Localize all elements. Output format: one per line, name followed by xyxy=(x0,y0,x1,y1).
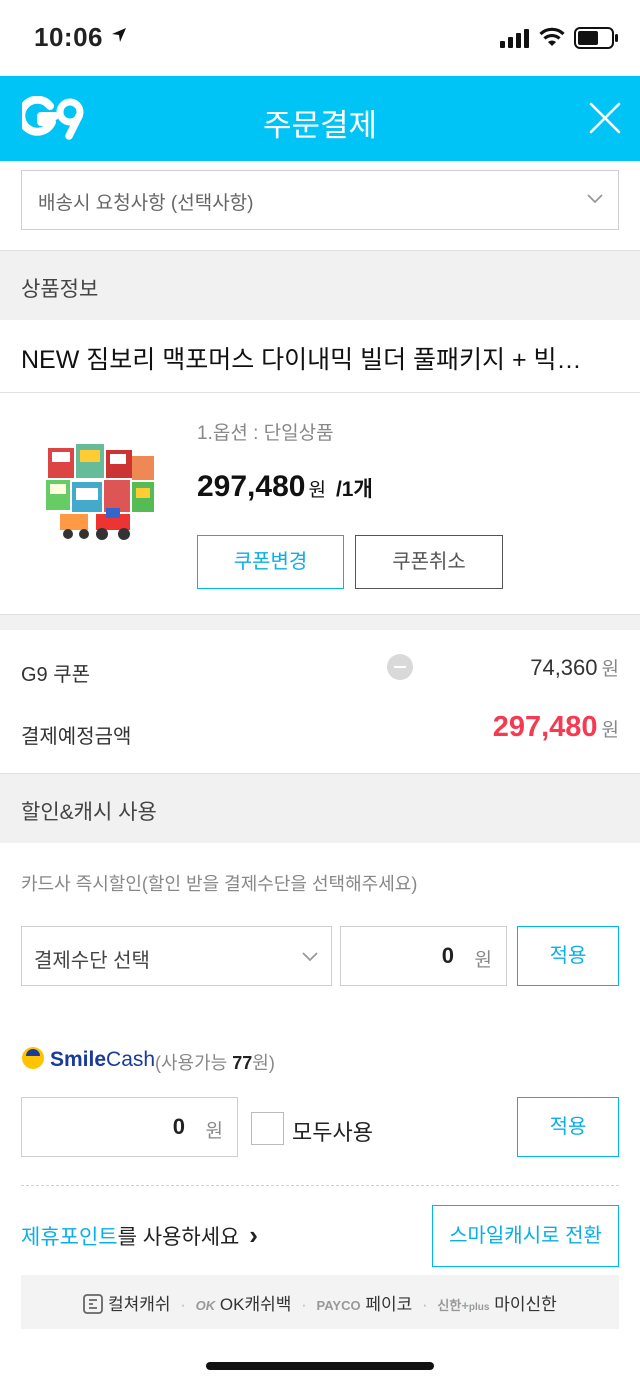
product-quantity: /1개 xyxy=(335,478,373,501)
smile-cash-brand: SmileCash xyxy=(50,1048,155,1072)
culture-cash-icon xyxy=(83,1294,104,1314)
use-all-checkbox[interactable] xyxy=(251,1112,284,1145)
product-price-unit: 원 xyxy=(308,480,326,501)
coupon-unit: 원 xyxy=(601,659,619,680)
shinhan-plus-logo: plus xyxy=(468,1302,490,1313)
ok-cashbag-label: OK캐쉬백 xyxy=(219,1295,292,1314)
wifi-icon xyxy=(539,27,565,46)
location-arrow-icon xyxy=(112,28,126,42)
chevron-down-icon xyxy=(587,194,603,204)
smile-cash-available-suffix: 원) xyxy=(252,1053,275,1073)
partner-points-link[interactable]: 제휴포인트를 사용하세요 › xyxy=(21,1220,258,1251)
app-header: 주문결제 xyxy=(0,76,640,161)
coupon-value: 74,360 원 xyxy=(530,654,619,681)
total-amount: 297,480 xyxy=(492,711,598,743)
page-title: 주문결제 xyxy=(262,108,378,143)
smile-cash-available-prefix: (사용가능 xyxy=(155,1053,228,1073)
product-section-title: 상품정보 xyxy=(21,278,99,301)
discount-section-header: 할인&캐시 사용 xyxy=(0,773,640,843)
smile-cash-icon xyxy=(22,1047,44,1069)
partner-logos-banner: 컬쳐캐쉬 · OK OK캐쉬백 · PAYCO 페이코 · 신한+plus 마이… xyxy=(21,1275,619,1329)
smile-cash-unit: 원 xyxy=(205,1121,223,1142)
shinhan-logo: 신한 xyxy=(437,1298,462,1313)
product-name: NEW 짐보리 맥포머스 다이내믹 빌더 풀패키지 + 빅… xyxy=(21,346,582,374)
partner-logos: 컬쳐캐쉬 · OK OK캐쉬백 · PAYCO 페이코 · 신한+plus 마이… xyxy=(21,1290,619,1315)
minus-icon xyxy=(387,654,413,680)
chevron-down-icon xyxy=(302,952,318,962)
payment-method-select[interactable]: 결제수단 선택 xyxy=(21,926,332,986)
status-time: 10:06 xyxy=(34,22,103,52)
smile-cash-apply-button[interactable]: 적용 xyxy=(517,1097,619,1157)
card-discount-amount: 0 xyxy=(441,943,454,968)
total-unit: 원 xyxy=(601,720,619,741)
partner-points-highlight: 제휴포인트 xyxy=(21,1226,118,1249)
payment-method-label: 결제수단 선택 xyxy=(34,950,150,972)
coupon-change-button[interactable]: 쿠폰변경 xyxy=(197,535,344,589)
delivery-request-select[interactable]: 배송시 요청사항 (선택사항) xyxy=(21,170,619,230)
ok-cashbag-logo: OK xyxy=(195,1298,216,1313)
divider xyxy=(0,773,640,774)
home-indicator[interactable] xyxy=(206,1362,434,1370)
coupon-amount: 74,360 xyxy=(530,655,598,680)
cellular-signal-icon xyxy=(500,29,529,48)
shinhan-plus-icon: + xyxy=(461,1298,469,1313)
smile-cash-amount: 0 xyxy=(172,1114,185,1139)
total-value: 297,480 원 xyxy=(493,711,619,744)
discount-section-title: 할인&캐시 사용 xyxy=(21,801,157,824)
my-shinhan-label: 마이신한 xyxy=(494,1295,557,1314)
payco-label: 페이코 xyxy=(365,1295,413,1314)
card-discount-apply-button[interactable]: 적용 xyxy=(517,926,619,986)
coupon-cancel-button[interactable]: 쿠폰취소 xyxy=(355,535,503,589)
culture-cash-label: 컬쳐캐쉬 xyxy=(107,1295,171,1314)
smile-cash-brand-cash: Cash xyxy=(106,1048,156,1071)
delivery-request-placeholder: 배송시 요청사항 (선택사항) xyxy=(38,193,254,214)
smile-cash-amount-input[interactable]: 0 원 xyxy=(21,1097,238,1157)
total-label: 결제예정금액 xyxy=(21,726,132,748)
section-spacer xyxy=(0,614,640,630)
partner-points-text: 를 사용하세요 xyxy=(117,1226,240,1249)
card-discount-hint: 카드사 즉시할인(할인 받을 결제수단을 선택해주세요) xyxy=(21,874,418,894)
convert-to-smile-cash-button[interactable]: 스마일캐시로 전환 xyxy=(432,1205,619,1267)
smile-cash-brand-smile: Smile xyxy=(50,1048,107,1071)
divider xyxy=(0,250,640,251)
chevron-right-icon: › xyxy=(249,1220,258,1250)
product-section-header: 상품정보 xyxy=(0,250,640,320)
payco-logo: PAYCO xyxy=(316,1298,361,1313)
divider xyxy=(0,392,640,393)
close-icon[interactable] xyxy=(588,101,622,135)
card-discount-unit: 원 xyxy=(474,950,492,971)
product-price: 297,480 원/1개 xyxy=(197,470,373,504)
smile-cash-available: (사용가능 77원) xyxy=(155,1049,275,1075)
product-price-value: 297,480 xyxy=(197,470,306,503)
dashed-divider xyxy=(21,1185,619,1186)
smile-cash-available-amount: 77 xyxy=(232,1053,253,1073)
card-discount-amount-input[interactable]: 0 원 xyxy=(340,926,507,986)
product-thumbnail xyxy=(46,444,154,540)
product-option: 1.옵션 : 단일상품 xyxy=(197,423,334,444)
coupon-label: G9 쿠폰 xyxy=(21,664,91,686)
divider xyxy=(0,614,640,615)
use-all-label[interactable]: 모두사용 xyxy=(292,1115,373,1147)
status-bar: 10:06 xyxy=(0,0,640,76)
battery-icon xyxy=(574,27,618,49)
